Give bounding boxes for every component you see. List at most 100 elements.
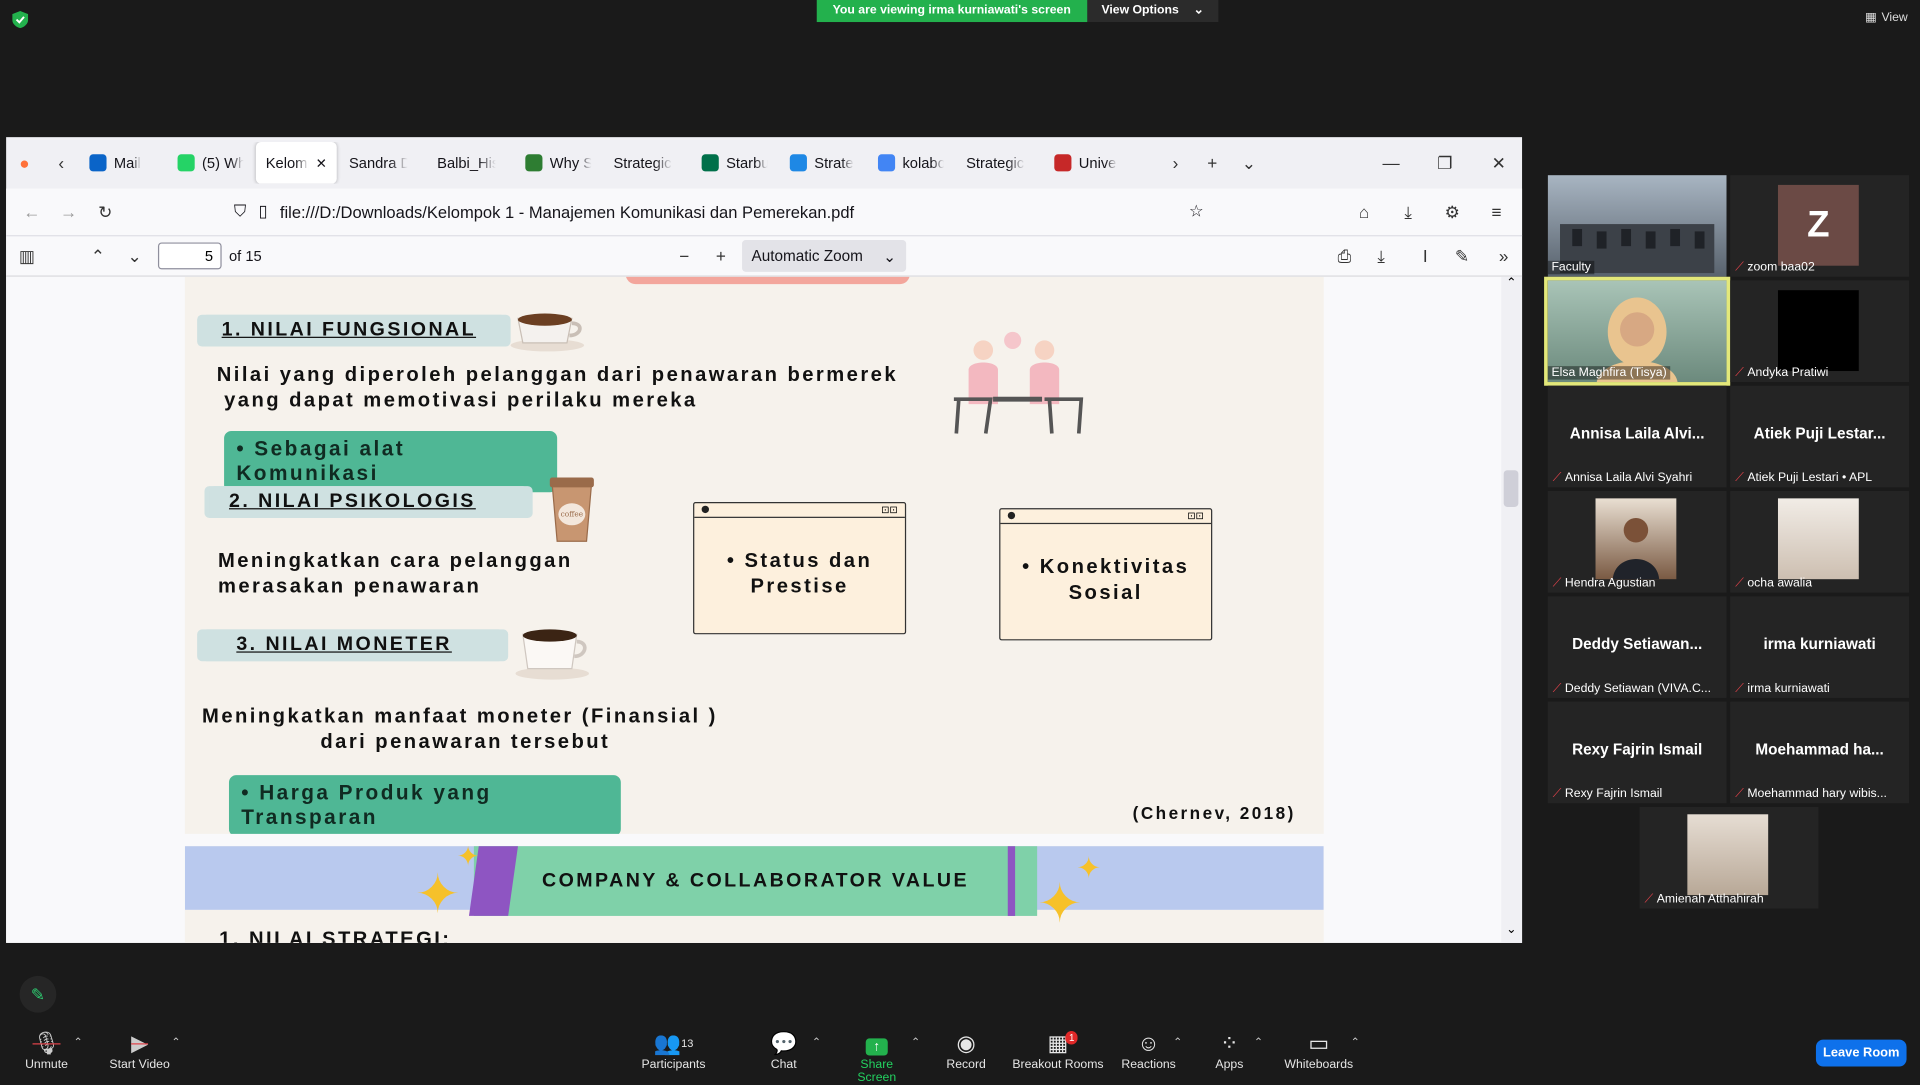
browser-tab[interactable]: kolabo <box>868 142 954 184</box>
view-button[interactable]: ▦ View <box>1865 11 1908 24</box>
bookmark-star-icon[interactable]: ☆ <box>1189 202 1204 222</box>
close-window-icon[interactable]: ✕ <box>1480 152 1517 173</box>
browser-tab[interactable]: Sandra Di <box>339 142 425 184</box>
box-status-prestise: ⊡⊡ • Status dan Prestise <box>693 502 907 635</box>
print-icon[interactable]: ⎙ <box>1326 246 1363 267</box>
video-options-caret[interactable]: ⌃ <box>171 1036 180 1049</box>
browser-tab[interactable]: Mail <box>80 142 166 184</box>
coffee-cup-illustration: coffee <box>547 473 596 544</box>
pocket-icon[interactable]: ⌂ <box>1346 202 1383 222</box>
browser-tab[interactable]: Starbu <box>692 142 778 184</box>
minimize-icon[interactable]: — <box>1373 153 1410 173</box>
zoom-select[interactable]: Automatic Zoom ⌄ <box>741 240 906 272</box>
close-tab-icon[interactable]: ✕ <box>316 155 327 171</box>
page-number-input[interactable] <box>157 242 222 270</box>
breakout-rooms-button[interactable]: ▦ 1 Breakout Rooms <box>1011 1029 1104 1071</box>
draw-tool-icon[interactable]: ✎ <box>1444 246 1481 267</box>
start-video-button[interactable]: ▶ Start Video <box>105 1029 174 1071</box>
browser-tab[interactable]: Kelompok ✕ <box>255 142 337 184</box>
extensions-icon[interactable]: ⚙ <box>1434 201 1471 222</box>
menu-icon[interactable]: ≡ <box>1478 202 1515 222</box>
participant-tile[interactable]: Deddy Setiawan... ⟋ Deddy Setiawan (VIVA.C… <box>1547 596 1727 698</box>
zoom-out-icon[interactable]: − <box>666 246 703 266</box>
share-screen-button[interactable]: ↑ Share Screen <box>840 1029 913 1085</box>
share-options-caret[interactable]: ⌃ <box>911 1036 920 1049</box>
new-tab-icon[interactable]: + <box>1194 153 1231 173</box>
participant-tile[interactable]: Elsa Maghfira (Tisya) <box>1544 276 1731 386</box>
participants-button[interactable]: 👥13 Participants <box>639 1029 708 1071</box>
previous-page-icon[interactable]: ⌃ <box>80 246 117 267</box>
tab-label: kolabo <box>902 154 945 172</box>
chat-label: Chat <box>770 1057 797 1072</box>
share-screen-icon: ↑ <box>840 1029 913 1058</box>
reactions-options-caret[interactable]: ⌃ <box>1173 1036 1182 1049</box>
next-page-icon[interactable]: ⌄ <box>116 246 153 267</box>
save-icon[interactable]: ⤓ <box>1363 246 1400 267</box>
address-bar[interactable]: ⛉ ▯ file:///D:/Downloads/Kelompok 1 - Ma… <box>222 193 1216 230</box>
whiteboards-button[interactable]: ▭ Whiteboards <box>1281 1029 1357 1071</box>
view-options-button[interactable]: View Options ⌄ <box>1086 0 1219 23</box>
tab-scroll-left-icon[interactable]: ‹ <box>43 153 80 173</box>
pdf-scrollbar[interactable]: ⌃ ⌄ <box>1501 276 1523 943</box>
participant-tile[interactable]: irma kurniawati ⟋ irma kurniawati <box>1730 596 1909 698</box>
chat-options-caret[interactable]: ⌃ <box>812 1036 821 1049</box>
whiteboard-options-caret[interactable]: ⌃ <box>1351 1036 1360 1049</box>
apps-button[interactable]: ⁘ Apps <box>1207 1029 1251 1071</box>
tab-favicon-icon <box>701 154 719 172</box>
tab-scroll-right-icon[interactable]: › <box>1157 153 1194 173</box>
forward-icon[interactable]: → <box>50 202 87 222</box>
unmute-label: Unmute <box>25 1057 68 1072</box>
participant-tile[interactable]: ⟋ Hendra Agustian <box>1547 491 1727 593</box>
pdf-viewer[interactable]: 1. NILAI FUNGSIONAL Nilai yang diperoleh… <box>6 276 1523 943</box>
participant-tile[interactable]: ⟋ Amienah Atthahirah <box>1639 806 1819 909</box>
browser-tab[interactable]: (5) Wh <box>168 142 254 184</box>
sidebar-toggle-icon[interactable]: ▥ <box>9 246 46 267</box>
firefox-logo-icon[interactable]: ● <box>6 153 43 173</box>
participant-tile[interactable]: Moehammad ha... ⟋ Moehammad hary wibis... <box>1730 701 1909 804</box>
browser-tab[interactable]: Balbi_Hist <box>427 142 513 184</box>
browser-tab[interactable]: Strate <box>780 142 866 184</box>
browser-tab[interactable]: Unive <box>1044 142 1130 184</box>
participant-tile[interactable]: Faculty <box>1547 175 1727 277</box>
back-icon[interactable]: ← <box>13 202 50 222</box>
participant-tile[interactable]: ⟋ ocha awalia <box>1730 491 1909 593</box>
muted-mic-icon: ⟋ <box>1735 471 1744 485</box>
reactions-label: Reactions <box>1121 1057 1176 1072</box>
list-all-tabs-icon[interactable]: ⌄ <box>1231 152 1268 173</box>
paragraph-moneter: Meningkatkan manfaat moneter (Finansial … <box>202 704 729 755</box>
participant-tile[interactable]: Z ⟋ zoom baa02 <box>1730 175 1909 277</box>
scroll-up-icon[interactable]: ⌃ <box>1506 277 1516 290</box>
unmute-button[interactable]: 🎙 Unmute <box>22 1029 71 1072</box>
security-shield-icon[interactable] <box>12 11 29 29</box>
browser-tab[interactable]: Strategic E <box>604 142 690 184</box>
browser-tab[interactable]: Strategic E <box>956 142 1042 184</box>
participant-tile[interactable]: Rexy Fajrin Ismail ⟋ Rexy Fajrin Ismail <box>1547 701 1727 804</box>
leave-room-button[interactable]: Leave Room <box>1815 1039 1907 1067</box>
scroll-down-icon[interactable]: ⌄ <box>1506 923 1516 936</box>
muted-mic-icon: ⟋ <box>1735 576 1744 591</box>
url-text[interactable]: file:///D:/Downloads/Kelompok 1 - Manaje… <box>280 203 1177 221</box>
participant-tile[interactable]: Atiek Puji Lestar... ⟋ Atiek Puji Lestari … <box>1730 385 1909 488</box>
apps-options-caret[interactable]: ⌃ <box>1254 1036 1263 1049</box>
text-tool-icon[interactable]: I <box>1407 246 1444 266</box>
participant-name: Hendra Agustian <box>1564 576 1656 591</box>
record-button[interactable]: ◉ Record <box>943 1029 990 1071</box>
reactions-button[interactable]: ☺ Reactions <box>1119 1029 1178 1072</box>
tracking-protection-icon[interactable]: ⛉ <box>234 202 246 222</box>
heading-nilai-fungsional: 1. NILAI FUNGSIONAL <box>202 314 511 347</box>
zoom-in-icon[interactable]: + <box>702 246 739 266</box>
browser-tab[interactable]: Why S <box>516 142 602 184</box>
participant-tile[interactable]: Annisa Laila Alvi... ⟋ Annisa Laila Alvi S… <box>1547 385 1727 488</box>
annotate-pencil-icon[interactable]: ✎ <box>19 975 57 1013</box>
paragraph-psikologis: Meningkatkan cara pelanggan merasakan pe… <box>218 549 634 600</box>
more-tools-icon[interactable]: » <box>1485 246 1522 266</box>
audio-options-caret[interactable]: ⌃ <box>73 1036 82 1049</box>
avatar <box>1687 814 1769 896</box>
participant-tile[interactable]: ⟋ Andyka Pratiwi <box>1730 280 1909 383</box>
participant-display-name: Rexy Fajrin Ismail <box>1572 740 1703 758</box>
downloads-icon[interactable]: ⤓ <box>1390 201 1427 222</box>
chat-button[interactable]: 💬 Chat <box>759 1029 808 1072</box>
scrollbar-thumb[interactable] <box>1503 470 1519 507</box>
reload-icon[interactable]: ↻ <box>87 201 124 222</box>
restore-icon[interactable]: ❐ <box>1427 152 1464 173</box>
